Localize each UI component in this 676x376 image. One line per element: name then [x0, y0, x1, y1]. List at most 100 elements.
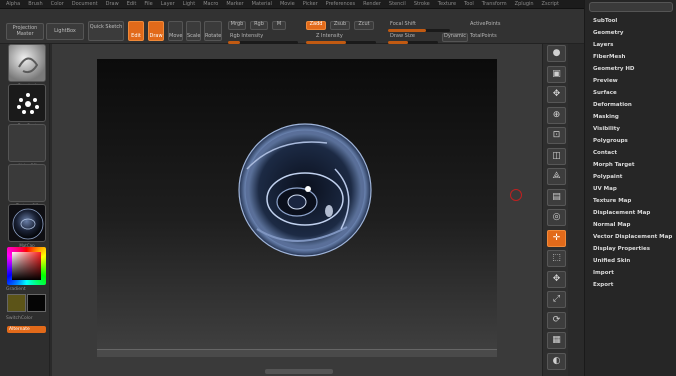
top-toolbar: Projection Master LightBox Quick Sketch …	[0, 9, 584, 44]
palette-geometry[interactable]: Geometry	[593, 30, 623, 36]
color-picker[interactable]	[7, 247, 46, 285]
local-button[interactable]: ◎	[547, 209, 566, 226]
menu-item[interactable]: Picker	[303, 1, 318, 7]
menu-item[interactable]: Zscript	[542, 1, 559, 7]
rotate-mode-button[interactable]: Rotate	[204, 21, 222, 41]
menu-item[interactable]: Material	[252, 1, 272, 7]
polyf-icon: ▦	[552, 335, 561, 345]
zsub-button[interactable]: Zsub	[330, 21, 350, 30]
palette-layers[interactable]: Layers	[593, 42, 613, 48]
mrgb-button[interactable]: Mrgb	[228, 21, 246, 30]
palette-preview[interactable]: Preview	[593, 78, 618, 84]
palette-displacement-map[interactable]: Displacement Map	[593, 210, 650, 216]
palette-header-field[interactable]	[589, 2, 673, 12]
spix-button[interactable]: ▣	[547, 65, 566, 83]
color-square[interactable]	[12, 252, 41, 280]
quick-sketch-button[interactable]: Quick Sketch	[88, 21, 124, 41]
aahalf-button[interactable]: ◫	[547, 147, 566, 165]
palette-import[interactable]: Import	[593, 270, 614, 276]
palette-contact[interactable]: Contact	[593, 150, 617, 156]
main-color-swatch[interactable]	[7, 294, 26, 312]
menu-item[interactable]: Brush	[28, 1, 42, 7]
menu-item[interactable]: Layer	[161, 1, 175, 7]
menu-item[interactable]: Stroke	[414, 1, 430, 7]
texture-thumbnail[interactable]	[8, 164, 46, 202]
secondary-color-swatch[interactable]	[27, 294, 46, 312]
sphere-button[interactable]: ●	[547, 45, 566, 62]
scroll-button[interactable]: ✥	[547, 86, 566, 103]
material-thumbnail[interactable]	[8, 204, 46, 242]
palette-display-properties[interactable]: Display Properties	[593, 246, 650, 252]
menu-item[interactable]: Tool	[464, 1, 474, 7]
menu-item[interactable]: Zplugin	[515, 1, 534, 7]
actual-icon: ⊡	[552, 130, 561, 140]
palette-export[interactable]: Export	[593, 282, 613, 288]
palette-uv-map[interactable]: UV Map	[593, 186, 617, 192]
frame-button[interactable]: ⬚	[547, 250, 566, 267]
palette-texture-map[interactable]: Texture Map	[593, 198, 631, 204]
menu-item[interactable]: File	[144, 1, 152, 7]
focal-shift-slider[interactable]	[388, 29, 450, 32]
transp-button[interactable]: ◐	[547, 352, 566, 370]
palette-polypaint[interactable]: Polypaint	[593, 174, 622, 180]
alternate-button[interactable]: Alternate	[7, 326, 46, 333]
menu-item[interactable]: Macro	[203, 1, 218, 7]
menu-item[interactable]: Stencil	[389, 1, 406, 7]
palette-unified-skin[interactable]: Unified Skin	[593, 258, 630, 264]
menu-item[interactable]: Color	[51, 1, 64, 7]
menu-item[interactable]: Draw	[106, 1, 119, 7]
floor-button[interactable]: ▤	[547, 188, 566, 206]
menu-item[interactable]: Movie	[280, 1, 295, 7]
palette-deformation[interactable]: Deformation	[593, 102, 632, 108]
dynamic-button[interactable]: Dynamic	[442, 33, 468, 42]
zoom-button[interactable]: ⊕	[547, 106, 566, 124]
rotate-button[interactable]: ⟳	[547, 311, 566, 329]
zadd-button[interactable]: Zadd	[306, 21, 326, 30]
menu-item[interactable]: Light	[183, 1, 195, 7]
palette-subtool[interactable]: SubTool	[593, 18, 617, 24]
scale-mode-button[interactable]: Scale	[186, 21, 201, 41]
persp-button[interactable]: ⟁	[547, 168, 566, 185]
palette-visibility[interactable]: Visibility	[593, 126, 620, 132]
switch-color-button[interactable]: SwitchColor	[6, 316, 44, 321]
menu-item[interactable]: Document	[72, 1, 98, 7]
palette-vector-displacement-map[interactable]: Vector Displacement Map	[593, 234, 672, 240]
aahalf-icon: ◫	[552, 150, 561, 161]
palette-morph-target[interactable]: Morph Target	[593, 162, 635, 168]
menu-item[interactable]: Transform	[482, 1, 507, 7]
zcut-button[interactable]: Zcut	[354, 21, 374, 30]
bottom-scroll-handle[interactable]	[265, 369, 333, 374]
scale-button[interactable]: ⤢	[547, 291, 566, 308]
rgb-button[interactable]: Rgb	[250, 21, 268, 30]
menu-item[interactable]: Render	[363, 1, 381, 7]
move-mode-button[interactable]: Move	[168, 21, 183, 41]
menu-item[interactable]: Alpha	[6, 1, 20, 7]
brush-thumbnail[interactable]	[8, 44, 46, 82]
menu-item[interactable]: Preferences	[326, 1, 355, 7]
palette-masking[interactable]: Masking	[593, 114, 619, 120]
m-button[interactable]: M	[272, 21, 286, 30]
viewport-canvas[interactable]	[97, 59, 497, 349]
palette-surface[interactable]: Surface	[593, 90, 617, 96]
actual-button[interactable]: ⊡	[547, 127, 566, 144]
z-intensity-label: Z Intensity	[316, 33, 343, 39]
menu-item[interactable]: Texture	[438, 1, 456, 7]
palette-normal-map[interactable]: Normal Map	[593, 222, 630, 228]
draw-mode-button[interactable]: Draw	[148, 21, 164, 41]
projection-master-button[interactable]: Projection Master	[6, 23, 44, 40]
gradient-label: Gradient	[6, 287, 26, 292]
alpha-thumbnail[interactable]	[8, 124, 46, 162]
polyf-button[interactable]: ▦	[547, 332, 566, 349]
palette-polygroups[interactable]: Polygroups	[593, 138, 628, 144]
menu-item[interactable]: Edit	[127, 1, 137, 7]
menu-item[interactable]: Marker	[226, 1, 243, 7]
edit-mode-button[interactable]: Edit	[128, 21, 144, 41]
xyz-button[interactable]: ✛	[547, 229, 566, 247]
palette-geometry-hd[interactable]: Geometry HD	[593, 66, 635, 72]
move-button[interactable]: ✥	[547, 270, 566, 288]
dragrect-stroke-icon	[17, 93, 39, 114]
stroke-thumbnail[interactable]	[8, 84, 46, 122]
palette-fibermesh[interactable]: FiberMesh	[593, 54, 625, 60]
lightbox-button[interactable]: LightBox	[46, 23, 84, 40]
left-shelf: Standard DragRect Alpha Off Texture Off …	[0, 44, 50, 376]
